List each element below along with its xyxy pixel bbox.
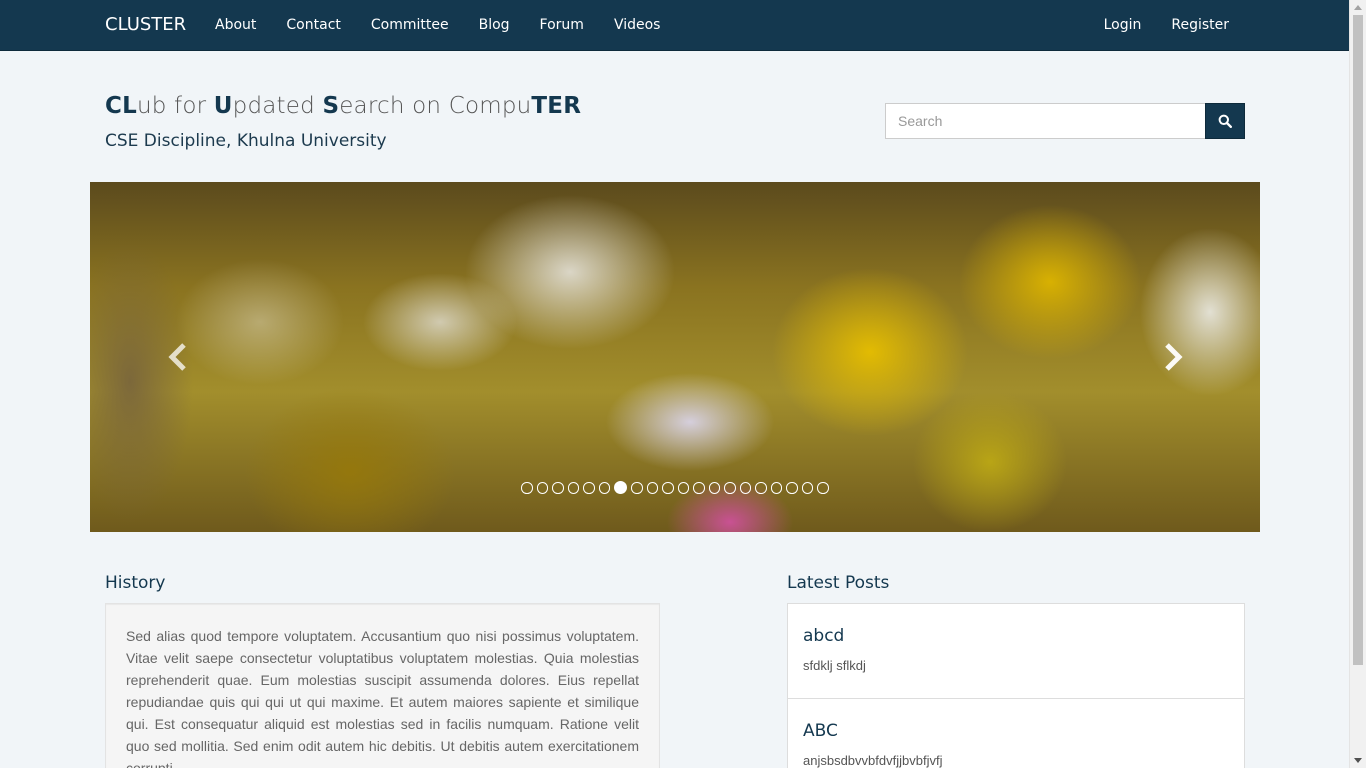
- site-subtitle: CSE Discipline, Khulna University: [105, 131, 387, 151]
- post-excerpt: anjsbsdbvvbfdvfjjbvbfjvfj: [803, 753, 943, 768]
- carousel-indicator-dot[interactable]: [724, 482, 736, 494]
- login-link[interactable]: Login: [1089, 0, 1157, 50]
- carousel-indicator-dot[interactable]: [755, 482, 767, 494]
- title-bold-letter: TER: [531, 93, 582, 119]
- list-item[interactable]: abcd sfdklj sflkdj: [788, 604, 1244, 699]
- carousel-indicator-dot[interactable]: [708, 482, 721, 494]
- brand-link[interactable]: CLUSTER: [105, 14, 186, 35]
- carousel-indicator-dot[interactable]: [521, 482, 533, 494]
- top-navbar: CLUSTER About Contact Committee Blog For…: [0, 0, 1349, 51]
- carousel-indicators: [90, 481, 1260, 494]
- title-part: ub for: [136, 93, 214, 119]
- scrollbar-thumb[interactable]: [1353, 15, 1363, 665]
- site-title: CLub for Updated Search on CompuTER: [105, 93, 581, 119]
- nav-link-contact[interactable]: Contact: [271, 0, 355, 50]
- carousel-prev-button[interactable]: [90, 182, 265, 532]
- carousel-indicator-dot[interactable]: [567, 482, 580, 494]
- register-link[interactable]: Register: [1156, 0, 1244, 50]
- search-input[interactable]: [885, 103, 1205, 139]
- carousel-indicator-dot[interactable]: [614, 481, 628, 494]
- nav-link-forum[interactable]: Forum: [525, 0, 599, 50]
- page-scrollbar[interactable]: [1349, 0, 1366, 768]
- nav-link-videos[interactable]: Videos: [599, 0, 676, 50]
- carousel-indicator-dot[interactable]: [598, 482, 611, 494]
- carousel-indicator-dot[interactable]: [739, 482, 752, 494]
- scroll-up-arrow-icon[interactable]: [1354, 5, 1362, 10]
- title-part: earch on Compu: [339, 93, 532, 119]
- carousel-indicator-dot[interactable]: [801, 482, 814, 494]
- carousel-indicator-dot[interactable]: [770, 482, 783, 494]
- nav-left: About Contact Committee Blog Forum Video…: [200, 0, 675, 50]
- chevron-left-icon: [167, 343, 186, 371]
- carousel-indicator-dot[interactable]: [536, 482, 549, 494]
- carousel-indicator-dot[interactable]: [646, 482, 659, 494]
- post-excerpt: sfdklj sflkdj: [803, 658, 866, 673]
- carousel-next-button[interactable]: [1085, 182, 1260, 532]
- carousel-indicator-dot[interactable]: [552, 482, 564, 494]
- nav-link-about[interactable]: About: [200, 0, 271, 50]
- search-icon: [1218, 114, 1232, 128]
- nav-right: Login Register: [1089, 0, 1244, 50]
- title-part: TER: [531, 93, 581, 119]
- carousel-indicator-dot[interactable]: [817, 482, 829, 494]
- search-button[interactable]: [1205, 103, 1245, 139]
- history-title: History: [105, 573, 166, 593]
- carousel-indicator-dot[interactable]: [583, 482, 595, 494]
- nav-link-blog[interactable]: Blog: [464, 0, 525, 50]
- title-part: U: [214, 93, 233, 119]
- latest-posts-list: abcd sfdklj sflkdj ABC anjsbsdbvvbfdvfjj…: [787, 603, 1245, 768]
- image-carousel: [90, 182, 1260, 532]
- title-part: S: [322, 93, 339, 119]
- latest-posts-title: Latest Posts: [787, 573, 890, 593]
- carousel-indicator-dot[interactable]: [786, 482, 798, 494]
- chevron-right-icon: [1164, 343, 1183, 371]
- carousel-indicator-dot[interactable]: [677, 482, 690, 494]
- title-bold-letter: U: [213, 93, 233, 119]
- carousel-indicator-dot[interactable]: [631, 482, 643, 494]
- search-form: [885, 103, 1245, 139]
- nav-link-committee[interactable]: Committee: [356, 0, 464, 50]
- title-bold-letter: CL: [105, 93, 137, 119]
- post-title[interactable]: abcd: [803, 604, 1229, 646]
- list-item[interactable]: ABC anjsbsdbvvbfdvfjjbvbfjvfj: [788, 699, 1244, 768]
- carousel-indicator-dot[interactable]: [662, 482, 674, 494]
- history-text: Sed alias quod tempore voluptatem. Accus…: [126, 628, 639, 768]
- carousel-indicator-dot[interactable]: [693, 482, 705, 494]
- history-panel: Sed alias quod tempore voluptatem. Accus…: [105, 603, 660, 768]
- post-title[interactable]: ABC: [803, 699, 1229, 741]
- title-part: CL: [105, 93, 137, 119]
- scroll-down-arrow-icon[interactable]: [1354, 758, 1362, 763]
- title-part: pdated: [232, 93, 323, 119]
- title-bold-letter: S: [322, 93, 340, 119]
